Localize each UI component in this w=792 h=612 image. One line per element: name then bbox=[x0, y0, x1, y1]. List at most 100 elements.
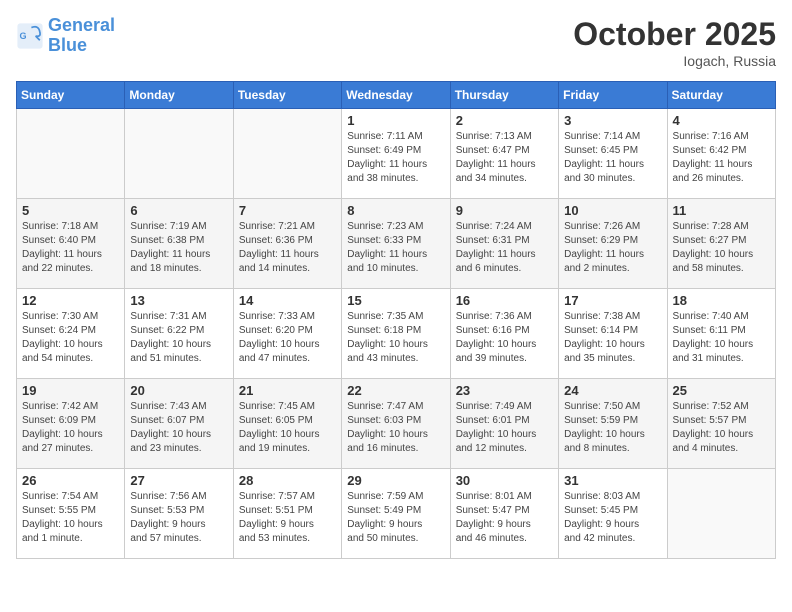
day-cell-1: 1 Sunrise: 7:11 AM Sunset: 6:49 PM Daylig… bbox=[342, 109, 450, 199]
day-number: 6 bbox=[130, 203, 227, 218]
day-cell-11: 11 Sunrise: 7:28 AM Sunset: 6:27 PM Dayli… bbox=[667, 199, 775, 289]
day-cell-24: 24 Sunrise: 7:50 AM Sunset: 5:59 PM Dayli… bbox=[559, 379, 667, 469]
day-info: Sunrise: 7:19 AM Sunset: 6:38 PM Dayligh… bbox=[130, 220, 227, 276]
week-row-5: 26Sunrise: 7:54 AM Sunset: 5:55 PM Dayli… bbox=[17, 469, 776, 559]
day-cell-9: 9Sunrise: 7:24 AM Sunset: 6:31 PM Daylig… bbox=[450, 199, 558, 289]
day-cell-2: 2 Sunrise: 7:13 AM Sunset: 6:47 PM Daylig… bbox=[450, 109, 558, 199]
day-number: 21 bbox=[239, 383, 336, 398]
day-info: Sunrise: 7:18 AM Sunset: 6:40 PM Dayligh… bbox=[22, 220, 119, 276]
day-number: 19 bbox=[22, 383, 119, 398]
weekday-header-saturday: Saturday bbox=[667, 82, 775, 109]
logo-icon: G bbox=[16, 22, 44, 50]
month-title: October 2025 bbox=[573, 16, 776, 53]
day-info: Sunrise: 7:38 AM Sunset: 6:14 PM Dayligh… bbox=[564, 310, 661, 366]
location: Iogach, Russia bbox=[573, 53, 776, 69]
empty-cell bbox=[667, 469, 775, 559]
day-cell-30: 30Sunrise: 8:01 AM Sunset: 5:47 PM Dayli… bbox=[450, 469, 558, 559]
day-number: 5 bbox=[22, 203, 119, 218]
day-info: Sunrise: 7:47 AM Sunset: 6:03 PM Dayligh… bbox=[347, 400, 444, 456]
day-number: 1 bbox=[347, 113, 444, 128]
day-cell-8: 8 Sunrise: 7:23 AM Sunset: 6:33 PM Daylig… bbox=[342, 199, 450, 289]
day-info: Sunrise: 7:21 AM Sunset: 6:36 PM Dayligh… bbox=[239, 220, 336, 276]
day-cell-7: 7 Sunrise: 7:21 AM Sunset: 6:36 PM Daylig… bbox=[233, 199, 341, 289]
day-number: 2 bbox=[456, 113, 553, 128]
title-block: October 2025 Iogach, Russia bbox=[573, 16, 776, 69]
day-number: 29 bbox=[347, 473, 444, 488]
day-cell-17: 17 Sunrise: 7:38 AM Sunset: 6:14 PM Dayli… bbox=[559, 289, 667, 379]
page-header: G General Blue October 2025 Iogach, Russ… bbox=[16, 16, 776, 69]
day-number: 11 bbox=[673, 203, 770, 218]
day-number: 17 bbox=[564, 293, 661, 308]
day-info: Sunrise: 8:03 AM Sunset: 5:45 PM Dayligh… bbox=[564, 490, 661, 546]
day-info: Sunrise: 7:28 AM Sunset: 6:27 PM Dayligh… bbox=[673, 220, 770, 276]
day-cell-16: 16 Sunrise: 7:36 AM Sunset: 6:16 PM Dayli… bbox=[450, 289, 558, 379]
day-info: Sunrise: 7:50 AM Sunset: 5:59 PM Dayligh… bbox=[564, 400, 661, 456]
day-cell-18: 18Sunrise: 7:40 AM Sunset: 6:11 PM Dayli… bbox=[667, 289, 775, 379]
day-number: 24 bbox=[564, 383, 661, 398]
day-cell-10: 10 Sunrise: 7:26 AM Sunset: 6:29 PM Dayli… bbox=[559, 199, 667, 289]
day-cell-3: 3Sunrise: 7:14 AM Sunset: 6:45 PM Daylig… bbox=[559, 109, 667, 199]
day-number: 7 bbox=[239, 203, 336, 218]
day-number: 14 bbox=[239, 293, 336, 308]
week-row-1: 1 Sunrise: 7:11 AM Sunset: 6:49 PM Daylig… bbox=[17, 109, 776, 199]
day-number: 27 bbox=[130, 473, 227, 488]
day-info: Sunrise: 7:45 AM Sunset: 6:05 PM Dayligh… bbox=[239, 400, 336, 456]
day-cell-23: 23 Sunrise: 7:49 AM Sunset: 6:01 PM Dayli… bbox=[450, 379, 558, 469]
day-cell-20: 20Sunrise: 7:43 AM Sunset: 6:07 PM Dayli… bbox=[125, 379, 233, 469]
day-cell-4: 4Sunrise: 7:16 AM Sunset: 6:42 PM Daylig… bbox=[667, 109, 775, 199]
empty-cell bbox=[233, 109, 341, 199]
weekday-header-tuesday: Tuesday bbox=[233, 82, 341, 109]
day-cell-12: 12Sunrise: 7:30 AM Sunset: 6:24 PM Dayli… bbox=[17, 289, 125, 379]
day-number: 3 bbox=[564, 113, 661, 128]
day-info: Sunrise: 7:49 AM Sunset: 6:01 PM Dayligh… bbox=[456, 400, 553, 456]
day-info: Sunrise: 7:33 AM Sunset: 6:20 PM Dayligh… bbox=[239, 310, 336, 366]
day-cell-19: 19 Sunrise: 7:42 AM Sunset: 6:09 PM Dayli… bbox=[17, 379, 125, 469]
day-cell-27: 27 Sunrise: 7:56 AM Sunset: 5:53 PM Dayli… bbox=[125, 469, 233, 559]
day-cell-13: 13 Sunrise: 7:31 AM Sunset: 6:22 PM Dayli… bbox=[125, 289, 233, 379]
day-number: 13 bbox=[130, 293, 227, 308]
day-info: Sunrise: 7:13 AM Sunset: 6:47 PM Dayligh… bbox=[456, 130, 553, 186]
day-info: Sunrise: 7:26 AM Sunset: 6:29 PM Dayligh… bbox=[564, 220, 661, 276]
day-info: Sunrise: 7:56 AM Sunset: 5:53 PM Dayligh… bbox=[130, 490, 227, 546]
day-info: Sunrise: 7:23 AM Sunset: 6:33 PM Dayligh… bbox=[347, 220, 444, 276]
week-row-2: 5 Sunrise: 7:18 AM Sunset: 6:40 PM Daylig… bbox=[17, 199, 776, 289]
week-row-3: 12Sunrise: 7:30 AM Sunset: 6:24 PM Dayli… bbox=[17, 289, 776, 379]
day-info: Sunrise: 7:11 AM Sunset: 6:49 PM Dayligh… bbox=[347, 130, 444, 186]
day-number: 20 bbox=[130, 383, 227, 398]
day-cell-25: 25Sunrise: 7:52 AM Sunset: 5:57 PM Dayli… bbox=[667, 379, 775, 469]
day-info: Sunrise: 7:59 AM Sunset: 5:49 PM Dayligh… bbox=[347, 490, 444, 546]
day-number: 10 bbox=[564, 203, 661, 218]
day-cell-5: 5 Sunrise: 7:18 AM Sunset: 6:40 PM Daylig… bbox=[17, 199, 125, 289]
day-number: 28 bbox=[239, 473, 336, 488]
weekday-header-thursday: Thursday bbox=[450, 82, 558, 109]
day-info: Sunrise: 7:16 AM Sunset: 6:42 PM Dayligh… bbox=[673, 130, 770, 186]
day-info: Sunrise: 7:42 AM Sunset: 6:09 PM Dayligh… bbox=[22, 400, 119, 456]
empty-cell bbox=[125, 109, 233, 199]
day-number: 25 bbox=[673, 383, 770, 398]
weekday-header-wednesday: Wednesday bbox=[342, 82, 450, 109]
day-info: Sunrise: 7:54 AM Sunset: 5:55 PM Dayligh… bbox=[22, 490, 119, 546]
day-cell-14: 14 Sunrise: 7:33 AM Sunset: 6:20 PM Dayli… bbox=[233, 289, 341, 379]
day-number: 30 bbox=[456, 473, 553, 488]
day-info: Sunrise: 7:31 AM Sunset: 6:22 PM Dayligh… bbox=[130, 310, 227, 366]
day-cell-28: 28 Sunrise: 7:57 AM Sunset: 5:51 PM Dayli… bbox=[233, 469, 341, 559]
day-number: 9 bbox=[456, 203, 553, 218]
day-number: 23 bbox=[456, 383, 553, 398]
day-cell-15: 15Sunrise: 7:35 AM Sunset: 6:18 PM Dayli… bbox=[342, 289, 450, 379]
day-number: 15 bbox=[347, 293, 444, 308]
day-info: Sunrise: 7:57 AM Sunset: 5:51 PM Dayligh… bbox=[239, 490, 336, 546]
weekday-header-friday: Friday bbox=[559, 82, 667, 109]
week-row-4: 19 Sunrise: 7:42 AM Sunset: 6:09 PM Dayli… bbox=[17, 379, 776, 469]
logo-text: General Blue bbox=[48, 16, 115, 56]
day-info: Sunrise: 7:40 AM Sunset: 6:11 PM Dayligh… bbox=[673, 310, 770, 366]
svg-text:G: G bbox=[20, 31, 27, 41]
day-number: 8 bbox=[347, 203, 444, 218]
day-number: 16 bbox=[456, 293, 553, 308]
day-cell-26: 26Sunrise: 7:54 AM Sunset: 5:55 PM Dayli… bbox=[17, 469, 125, 559]
day-info: Sunrise: 7:36 AM Sunset: 6:16 PM Dayligh… bbox=[456, 310, 553, 366]
day-cell-22: 22Sunrise: 7:47 AM Sunset: 6:03 PM Dayli… bbox=[342, 379, 450, 469]
day-cell-6: 6 Sunrise: 7:19 AM Sunset: 6:38 PM Daylig… bbox=[125, 199, 233, 289]
day-number: 31 bbox=[564, 473, 661, 488]
weekday-header-monday: Monday bbox=[125, 82, 233, 109]
day-cell-31: 31 Sunrise: 8:03 AM Sunset: 5:45 PM Dayli… bbox=[559, 469, 667, 559]
